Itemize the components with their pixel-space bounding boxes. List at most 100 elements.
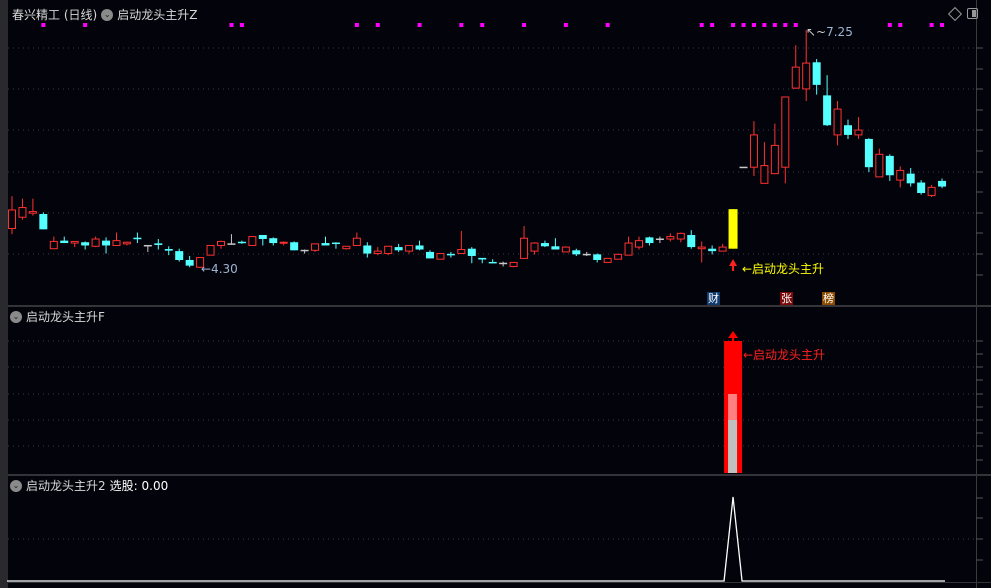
candle-body-down	[812, 62, 821, 85]
candle-body-down	[540, 243, 549, 247]
chevron-down-icon[interactable]: ⌄	[101, 8, 114, 21]
signal-dot	[563, 23, 568, 27]
candle-body-up	[248, 236, 257, 246]
candle-body-down	[363, 245, 372, 254]
candle-body-down	[572, 250, 581, 255]
signal-dot	[751, 23, 756, 27]
dragon-tiger-list-badge[interactable]: 榜	[822, 292, 835, 305]
candle-body-down	[164, 249, 173, 251]
candle-doji	[739, 166, 748, 169]
candle-body-down	[102, 240, 111, 246]
candle-body-up	[896, 169, 905, 181]
signal-dot	[239, 23, 244, 27]
candle-body-up	[749, 134, 758, 168]
signal-dot	[741, 23, 746, 27]
candle-body-down	[175, 251, 184, 260]
candle-body-up	[614, 253, 623, 260]
candle-body-up	[122, 241, 131, 245]
candle-body-up	[697, 246, 706, 250]
candle-body-up	[530, 242, 539, 252]
stock-title: 春兴精工 (日线)	[12, 8, 98, 22]
finance-badge[interactable]: 财	[707, 292, 720, 305]
signal-dot	[417, 23, 422, 27]
candle-body-up	[112, 240, 121, 246]
candle-body-down	[60, 240, 69, 244]
candle-body-down	[917, 182, 926, 194]
candle-body-up	[635, 240, 643, 248]
candle-body-up	[436, 253, 445, 260]
indicator-name[interactable]: 启动龙头主升Z	[117, 6, 197, 23]
candle-body-up	[854, 129, 863, 136]
signal-label-main: ←启动龙头主升	[742, 262, 825, 276]
candle-body-down	[81, 242, 90, 246]
candle-body-down	[823, 95, 832, 126]
candle-body-down	[551, 246, 560, 250]
candle-body-up	[509, 261, 518, 267]
up-arrow-icon	[728, 331, 739, 341]
candle-body-down	[237, 241, 246, 244]
candle-body-up	[18, 207, 27, 218]
candle-body-down	[446, 253, 455, 256]
candle-body-down	[467, 248, 476, 256]
chevron-down-icon[interactable]: ⌄	[10, 479, 22, 492]
signal-dot	[783, 23, 788, 27]
candle-body-up	[833, 108, 842, 136]
panel-toggle-icon[interactable]	[967, 8, 978, 19]
candle-body-up	[352, 237, 361, 246]
candle-doji	[143, 244, 152, 247]
min-price-label: ←4.30	[201, 262, 238, 276]
candle-body-up	[49, 240, 58, 250]
candle-body-down	[321, 243, 330, 246]
signal-dot	[929, 23, 934, 27]
candle-body-up	[520, 237, 529, 259]
candle-body-up	[311, 243, 320, 251]
signal-dot	[229, 23, 234, 27]
candle-body-up	[676, 232, 685, 240]
candle-body-down	[185, 259, 194, 266]
candle-body-down	[154, 243, 163, 245]
chart-canvas[interactable]	[0, 0, 991, 588]
signal-dot	[41, 23, 46, 27]
candle-doji	[227, 243, 236, 245]
candle-body-down	[645, 237, 654, 244]
candle-body-up	[217, 240, 225, 246]
candle-body-up	[802, 62, 811, 90]
candle-body-up	[384, 245, 393, 255]
candle-body-down	[488, 261, 497, 264]
candle-body-down	[394, 247, 403, 251]
signal-dot	[459, 23, 464, 27]
candle-body-down	[258, 234, 267, 240]
limit-up-badge[interactable]: 张	[780, 292, 793, 305]
candle-body-up	[70, 240, 79, 244]
candle-body-down	[844, 125, 852, 135]
candle-body-up	[279, 241, 288, 244]
candle-body-down	[938, 180, 947, 187]
candle-body-down	[426, 251, 434, 259]
candle-body-up	[373, 250, 382, 255]
candle-body-down	[478, 257, 487, 260]
candle-doji	[499, 262, 508, 265]
candle-body-up	[760, 165, 769, 184]
selection-value: 选股: 0.00	[109, 479, 169, 493]
candle-body-down	[331, 242, 340, 245]
candle-body-up	[561, 246, 570, 253]
indicator-name[interactable]: 启动龙头主升F	[26, 308, 105, 325]
indicator-f-inner-pink	[728, 394, 738, 420]
signal-dot	[731, 23, 736, 27]
signal-dot	[354, 23, 359, 27]
candle-body-up	[405, 244, 414, 252]
candle-body-down	[593, 254, 602, 260]
candle-body-up	[28, 211, 37, 214]
chevron-down-icon[interactable]: ⌄	[10, 310, 22, 323]
candle-body-up	[718, 246, 727, 252]
candle-body-down	[687, 234, 696, 248]
indicator-f-inner-grey	[728, 420, 738, 473]
indicator-2-line	[7, 496, 945, 582]
main-panel-title: 春兴精工 (日线) ⌄ 启动龙头主升Z	[12, 6, 197, 23]
indicator-name[interactable]: 启动龙头主升2	[26, 477, 106, 494]
candle-body-up	[624, 242, 633, 256]
candle-body-up	[206, 244, 215, 256]
signal-dot	[772, 23, 777, 27]
signal-dot	[898, 23, 903, 27]
up-arrow-icon	[729, 259, 738, 271]
